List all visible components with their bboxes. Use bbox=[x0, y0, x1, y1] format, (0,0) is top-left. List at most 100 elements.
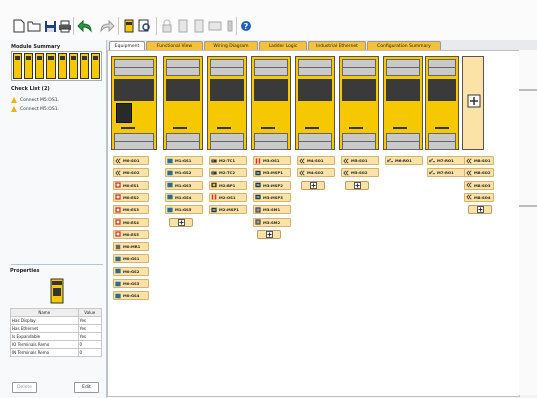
safety-module[interactable] bbox=[251, 56, 291, 150]
table-row[interactable]: IO Terminals Remo 0 bbox=[10, 340, 103, 349]
io-device-block[interactable]: M2:TC2 bbox=[209, 168, 247, 178]
io-device-label: M1:GS1 bbox=[175, 158, 192, 163]
io-device-block[interactable]: M0:MR1 bbox=[113, 242, 149, 252]
print-icon[interactable] bbox=[58, 18, 72, 34]
redo-icon[interactable] bbox=[97, 18, 115, 34]
io-device-label: M0:SO2 bbox=[123, 170, 140, 176]
table-row[interactable]: Has Ethernet Yes bbox=[10, 324, 103, 333]
table-row[interactable]: IN Terminals Remo 0 bbox=[10, 348, 103, 357]
io-device-block[interactable]: M0:ES1 bbox=[113, 180, 149, 190]
io-device-label: M0:GS1 bbox=[123, 256, 140, 262]
io-device-block[interactable]: M0:SO2 bbox=[113, 168, 149, 178]
search-icon[interactable] bbox=[138, 18, 152, 34]
checklist-item[interactable]: Connect M5:OS1. bbox=[11, 97, 59, 103]
io-device-block[interactable]: M0:GS2 bbox=[113, 266, 149, 276]
io-device-block[interactable]: M7:RO1 bbox=[427, 156, 465, 165]
io-device-block[interactable]: M8:SO4 bbox=[464, 192, 494, 202]
io-device-block[interactable]: M3:SM2 bbox=[253, 217, 291, 227]
io-device-block[interactable]: M8:SO3 bbox=[464, 180, 494, 190]
io-device-block[interactable]: M2:BP1 bbox=[209, 180, 247, 190]
module-disabled-icon[interactable] bbox=[192, 18, 206, 34]
io-device-label: M2:TC1 bbox=[219, 158, 235, 163]
io-device-label: M5:SO2 bbox=[351, 170, 368, 176]
device-disabled-icon[interactable] bbox=[208, 18, 222, 34]
io-device-block[interactable]: M2:OS1 bbox=[209, 192, 247, 202]
add-io-button[interactable] bbox=[257, 229, 281, 239]
safety-module[interactable] bbox=[111, 56, 157, 150]
tab-equipment[interactable]: Equipment bbox=[109, 41, 145, 50]
safety-module[interactable] bbox=[295, 56, 335, 150]
io-device-label: M0:ES2 bbox=[123, 194, 139, 200]
module-icon[interactable] bbox=[122, 18, 136, 34]
module-summary-thumbnails[interactable] bbox=[11, 51, 102, 81]
tab-configuration-summary[interactable]: Configuration Summary bbox=[367, 41, 441, 50]
io-device-block[interactable]: M3:OS1 bbox=[253, 156, 291, 165]
help-icon[interactable]: ? bbox=[239, 18, 253, 34]
os-icon bbox=[255, 157, 261, 164]
io-device-block[interactable]: M0:GS3 bbox=[113, 279, 149, 288]
io-device-block[interactable]: M8:SO1 bbox=[464, 156, 494, 165]
io-device-label: M2:TC2 bbox=[219, 170, 235, 176]
splitter[interactable] bbox=[11, 264, 103, 265]
io-device-block[interactable]: M8:SO2 bbox=[464, 168, 494, 178]
io-device-block[interactable]: M7:RO1 bbox=[427, 168, 465, 178]
io-device-block[interactable]: M0:GS4 bbox=[113, 291, 149, 301]
io-device-block[interactable]: M1:GS3 bbox=[165, 180, 203, 190]
tab-ladder-logic[interactable]: Ladder Logic bbox=[259, 41, 307, 50]
io-device-block[interactable]: M1:GS1 bbox=[165, 156, 203, 165]
arrow-icon bbox=[115, 157, 121, 164]
arrow-icon bbox=[466, 194, 472, 200]
io-device-block[interactable]: M3:MSP2 bbox=[253, 180, 291, 190]
checklist-title: Check List (2) bbox=[11, 86, 50, 92]
ro-icon bbox=[387, 157, 393, 164]
equipment-canvas[interactable]: M0:SO1 M0:SO2 M0:ES1 M0:ES2 M0:ES3 M0:ES4 M0:E… bbox=[107, 50, 520, 397]
io-device-block[interactable]: M0:GS1 bbox=[113, 254, 149, 264]
arrow-icon bbox=[343, 157, 349, 164]
tab-functional-view[interactable]: Functional View bbox=[146, 41, 203, 50]
io-device-block[interactable]: M1:GS5 bbox=[165, 205, 203, 215]
table-row[interactable]: Has Display Yes bbox=[10, 316, 103, 325]
io-device-block[interactable]: M0:ES5 bbox=[113, 229, 149, 239]
io-device-block[interactable]: M1:GS4 bbox=[165, 192, 203, 202]
plus-icon bbox=[467, 94, 481, 108]
io-device-block[interactable]: M5:SO2 bbox=[341, 168, 379, 178]
io-device-block[interactable]: M2:MSP1 bbox=[209, 205, 247, 215]
table-row[interactable]: Is Expandable Yes bbox=[10, 332, 103, 341]
io-device-block[interactable]: M3:SM1 bbox=[253, 205, 291, 215]
edit-button[interactable]: Edit bbox=[74, 382, 99, 393]
undo-icon[interactable] bbox=[77, 18, 95, 34]
tab-industrial-ethernet[interactable]: Industrial Ethernet bbox=[308, 41, 366, 50]
add-io-button[interactable] bbox=[345, 180, 369, 190]
module-disabled-icon[interactable] bbox=[176, 18, 190, 34]
io-device-block[interactable]: M2:TC1 bbox=[209, 156, 247, 165]
sensor-disabled-icon[interactable] bbox=[223, 18, 237, 34]
tab-wiring-diagram[interactable]: Wiring Diagram bbox=[204, 41, 258, 50]
io-device-block[interactable]: M3:MSP1 bbox=[253, 168, 291, 178]
io-device-block[interactable]: M0:SO1 bbox=[113, 156, 149, 165]
safety-module[interactable] bbox=[383, 56, 423, 150]
safety-module[interactable] bbox=[207, 56, 247, 150]
delete-button[interactable]: Delete bbox=[12, 382, 37, 393]
add-io-button[interactable] bbox=[468, 205, 492, 215]
new-file-icon[interactable] bbox=[12, 18, 26, 34]
io-device-block[interactable]: M0:ES3 bbox=[113, 205, 149, 215]
io-device-block[interactable]: M4:SO1 bbox=[297, 156, 335, 165]
lock-icon[interactable] bbox=[160, 18, 174, 34]
io-device-block[interactable]: M4:SO2 bbox=[297, 168, 335, 178]
io-device-block[interactable]: M3:MSP3 bbox=[253, 192, 291, 202]
open-folder-icon[interactable] bbox=[27, 18, 41, 34]
add-io-button[interactable] bbox=[169, 217, 193, 227]
checklist-item[interactable]: Connect M5:OS1. bbox=[11, 106, 59, 112]
add-module-button[interactable] bbox=[462, 56, 484, 150]
io-device-block[interactable]: M1:GS2 bbox=[165, 168, 203, 178]
io-device-block[interactable]: M5:SO1 bbox=[341, 156, 379, 165]
io-device-block[interactable]: M0:ES2 bbox=[113, 192, 149, 202]
io-device-block[interactable]: M6:RO1 bbox=[385, 156, 423, 165]
add-io-button[interactable] bbox=[301, 180, 325, 190]
safety-module[interactable] bbox=[339, 56, 379, 150]
io-device-block[interactable]: M0:ES4 bbox=[113, 217, 149, 227]
safety-module[interactable] bbox=[163, 56, 203, 150]
safety-module[interactable] bbox=[425, 56, 459, 150]
save-icon[interactable] bbox=[43, 18, 57, 34]
relay-icon bbox=[115, 244, 121, 250]
